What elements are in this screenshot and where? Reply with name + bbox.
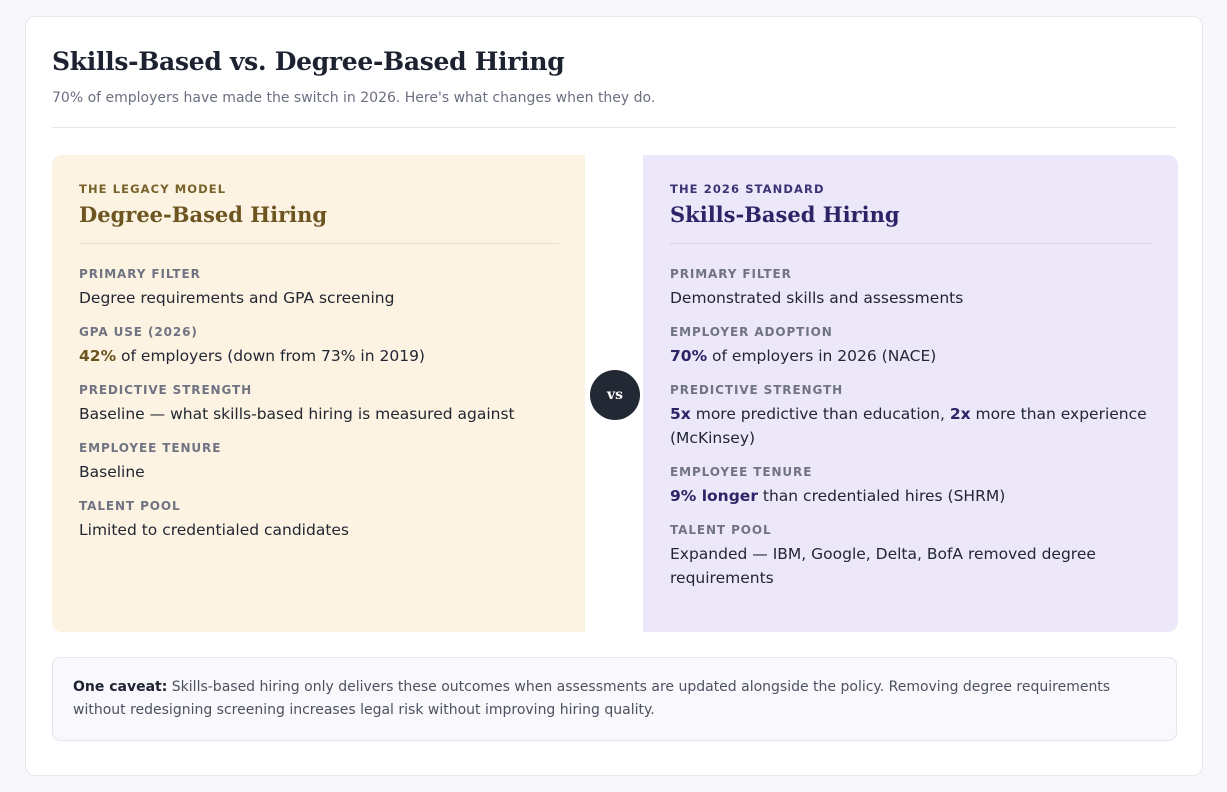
row-value: 42% of employers (down from 73% in 2019) bbox=[79, 344, 559, 368]
row-talent-pool: TALENT POOL Expanded — IBM, Google, Delt… bbox=[670, 522, 1152, 590]
header-divider bbox=[52, 127, 1176, 128]
row-value-text: more predictive than education, bbox=[690, 405, 950, 423]
row-label: PREDICTIVE STRENGTH bbox=[670, 383, 844, 397]
row-predictive-strength: PREDICTIVE STRENGTH Baseline — what skil… bbox=[79, 382, 559, 426]
row-value: Expanded — IBM, Google, Delta, BofA remo… bbox=[670, 542, 1152, 590]
row-value: Demonstrated skills and assessments bbox=[670, 286, 1152, 310]
row-value: Degree requirements and GPA screening bbox=[79, 286, 559, 310]
row-value-text: of employers (down from 73% in 2019) bbox=[116, 347, 425, 365]
row-value-text: Baseline bbox=[79, 463, 145, 481]
row-primary-filter: PRIMARY FILTER Degree requirements and G… bbox=[79, 266, 559, 310]
row-value: 5x more predictive than education, 2x mo… bbox=[670, 402, 1152, 450]
caveat-text: Skills-based hiring only delivers these … bbox=[73, 679, 1111, 718]
row-value-highlight: 70% bbox=[670, 347, 708, 365]
panel-divider bbox=[79, 243, 559, 244]
row-talent-pool: TALENT POOL Limited to credentialed cand… bbox=[79, 498, 559, 542]
row-predictive-strength: PREDICTIVE STRENGTH 5x more predictive t… bbox=[670, 382, 1152, 450]
row-gpa-use: GPA USE (2026) 42% of employers (down fr… bbox=[79, 324, 559, 368]
row-value-text: Demonstrated skills and assessments bbox=[670, 289, 964, 307]
row-value: Baseline bbox=[79, 460, 559, 484]
row-label: TALENT POOL bbox=[670, 523, 772, 537]
panel-title: Skills-Based Hiring bbox=[670, 202, 900, 227]
row-label: EMPLOYER ADOPTION bbox=[670, 325, 833, 339]
row-value-text: Degree requirements and GPA screening bbox=[79, 289, 395, 307]
row-label: PRIMARY FILTER bbox=[79, 267, 201, 281]
row-value-highlight-2: 2x bbox=[949, 405, 971, 423]
row-label: PREDICTIVE STRENGTH bbox=[79, 383, 253, 397]
row-value-text: Expanded — IBM, Google, Delta, BofA remo… bbox=[670, 545, 1096, 587]
row-value: 9% longer than credentialed hires (SHRM) bbox=[670, 484, 1152, 508]
row-label: TALENT POOL bbox=[79, 499, 181, 513]
page-title: Skills-Based vs. Degree-Based Hiring bbox=[52, 47, 565, 76]
row-value-text: Baseline — what skills-based hiring is m… bbox=[79, 405, 515, 423]
panel-divider bbox=[670, 243, 1152, 244]
row-value: 70% of employers in 2026 (NACE) bbox=[670, 344, 1152, 368]
row-value-text: of employers in 2026 (NACE) bbox=[707, 347, 937, 365]
row-employer-adoption: EMPLOYER ADOPTION 70% of employers in 20… bbox=[670, 324, 1152, 368]
row-value-highlight: 9% longer bbox=[670, 487, 758, 505]
comparison-card: Skills-Based vs. Degree-Based Hiring 70%… bbox=[25, 16, 1203, 776]
skills-based-panel: THE 2026 STANDARD Skills-Based Hiring PR… bbox=[643, 155, 1178, 632]
row-label: EMPLOYEE TENURE bbox=[670, 465, 813, 479]
row-label: PRIMARY FILTER bbox=[670, 267, 792, 281]
panel-eyebrow: THE 2026 STANDARD bbox=[670, 182, 825, 196]
row-value: Baseline — what skills-based hiring is m… bbox=[79, 402, 559, 426]
row-value-highlight: 42% bbox=[79, 347, 117, 365]
row-employee-tenure: EMPLOYEE TENURE 9% longer than credentia… bbox=[670, 464, 1152, 508]
row-value: Limited to credentialed candidates bbox=[79, 518, 559, 542]
caveat-lead: One caveat: bbox=[73, 679, 168, 695]
row-value-text: Limited to credentialed candidates bbox=[79, 521, 350, 539]
row-employee-tenure: EMPLOYEE TENURE Baseline bbox=[79, 440, 559, 484]
row-primary-filter: PRIMARY FILTER Demonstrated skills and a… bbox=[670, 266, 1152, 310]
panel-title: Degree-Based Hiring bbox=[79, 202, 328, 227]
row-label: EMPLOYEE TENURE bbox=[79, 441, 222, 455]
row-value-text: than credentialed hires (SHRM) bbox=[757, 487, 1006, 505]
degree-based-panel: THE LEGACY MODEL Degree-Based Hiring PRI… bbox=[52, 155, 585, 632]
panel-eyebrow: THE LEGACY MODEL bbox=[79, 182, 227, 196]
vs-badge: vs bbox=[590, 370, 640, 420]
row-value-highlight: 5x bbox=[670, 405, 691, 423]
caveat-note: One caveat: Skills-based hiring only del… bbox=[52, 657, 1177, 741]
row-label: GPA USE (2026) bbox=[79, 325, 198, 339]
page-subtitle: 70% of employers have made the switch in… bbox=[52, 90, 656, 106]
